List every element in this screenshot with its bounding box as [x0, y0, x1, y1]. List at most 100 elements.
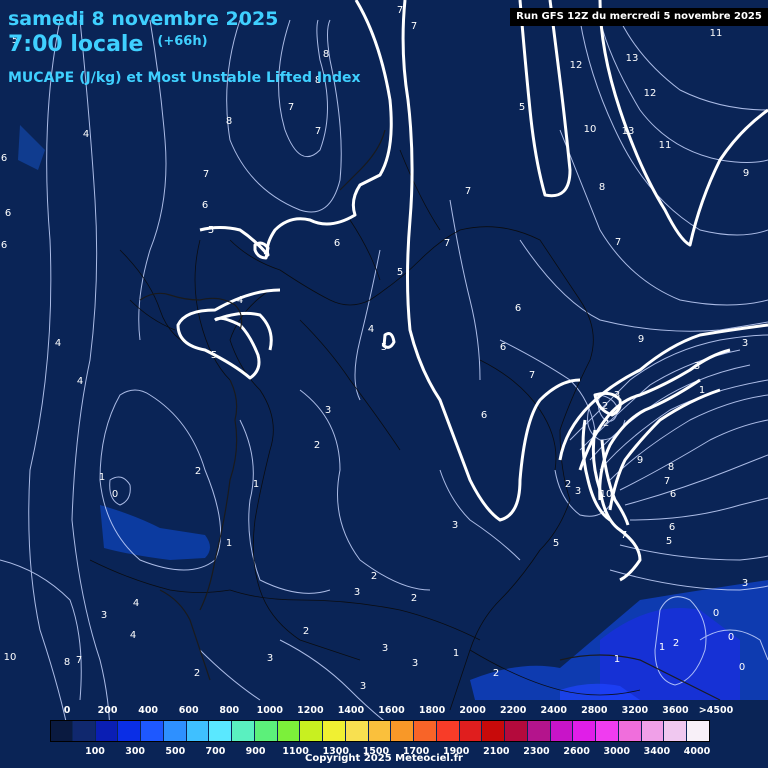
lifted-index-label: 1 [253, 479, 259, 490]
colorbar-top-label: >4500 [698, 705, 734, 716]
colorbar-top-label: 0 [63, 705, 71, 716]
colorbar-cell [345, 720, 369, 742]
lifted-index-label: 3 [575, 486, 581, 497]
lifted-index-label: 8 [323, 49, 329, 60]
colorbar-cell [118, 720, 142, 742]
lifted-index-label: 2 [602, 401, 608, 412]
colorbar-top-label: 200 [97, 705, 118, 716]
colorbar-cell [368, 720, 392, 742]
lifted-index-label: 0 [713, 608, 719, 619]
lifted-index-label: 13 [622, 126, 635, 137]
lifted-index-label: 11 [710, 28, 723, 39]
lifted-index-label: 3 [452, 520, 458, 531]
lifted-index-label: 4 [83, 129, 89, 140]
colorbar-cell [232, 720, 255, 742]
colorbar-cell [141, 720, 164, 742]
colorbar-top-label: 3600 [662, 705, 689, 716]
lifted-index-label: 7 [397, 5, 403, 16]
colorbar-top-label: 3200 [621, 705, 649, 716]
lifted-index-label: 6 [515, 303, 521, 314]
colorbar-cell [459, 720, 483, 742]
lifted-index-label: 6 [500, 342, 506, 353]
lifted-index-label: 7 [664, 476, 670, 487]
lifted-index-label: 7 [615, 237, 621, 248]
colorbar-cell [277, 720, 301, 742]
lifted-index-label: 2 [411, 593, 417, 604]
colorbar-cell [641, 720, 665, 742]
lifted-index-label: 1 [659, 642, 665, 653]
colorbar-cell [687, 720, 710, 742]
lifted-index-label: 3 [382, 643, 388, 654]
colorbar-top-label: 1400 [337, 705, 365, 716]
lifted-index-label: 0 [112, 489, 118, 500]
lifted-index-label: 1 [614, 654, 620, 665]
lifted-index-label: 13 [626, 53, 639, 64]
local-time: 7:00 locale [8, 32, 144, 57]
lifted-index-label: 10 [4, 652, 17, 663]
lifted-index-label: 4 [55, 338, 61, 349]
colorbar-cell [505, 720, 528, 742]
lifted-index-label: 6 [334, 238, 340, 249]
colorbar-cell [414, 720, 437, 742]
colorbar-top-label: 1200 [297, 705, 324, 716]
lifted-index-label: 6 [1, 240, 7, 251]
colorbar-cell [300, 720, 324, 742]
lifted-index-label: 7 [529, 370, 535, 381]
lifted-index-label: 2 [195, 466, 201, 477]
lifted-index-label: 2 [603, 418, 609, 429]
lifted-index-label: 3 [354, 587, 360, 598]
lifted-index-label: 4 [133, 598, 139, 609]
lifted-index-label: 10 [584, 124, 597, 135]
run-info-box: Run GFS 12Z du mercredi 5 novembre 2025 [510, 8, 768, 26]
lifted-index-label: 2 [194, 668, 200, 679]
colorbar-cell [254, 720, 278, 742]
lifted-index-label: 5 [263, 250, 269, 261]
lifted-index-label: 7 [465, 186, 471, 197]
colorbar-top-label: 2800 [581, 705, 608, 716]
lifted-index-label: 7 [288, 102, 294, 113]
lifted-index-label: 3 [325, 405, 331, 416]
lifted-index-label: 8 [668, 462, 674, 473]
parameter-title: MUCAPE (J/kg) et Most Unstable Lifted In… [8, 70, 361, 86]
colorbar-cell [323, 720, 346, 742]
lifted-index-label: 0 [739, 662, 745, 673]
colorbar-cell [573, 720, 597, 742]
lifted-index-label: 2 [673, 638, 679, 649]
colorbar-cell [527, 720, 551, 742]
lifted-index-label: 3 [412, 658, 418, 669]
lifted-index-label: 6 [481, 410, 487, 421]
lifted-index-label: 10 [600, 489, 613, 500]
lifted-index-label: 7 [411, 21, 417, 32]
lifted-index-label: 2 [493, 668, 499, 679]
lifted-index-label: 4 [368, 324, 374, 335]
lifted-index-label: 9 [637, 455, 643, 466]
colorbar-cell [596, 720, 619, 742]
lifted-index-label: 5 [208, 225, 214, 236]
lifted-index-label: 5 [381, 342, 387, 353]
lifted-index-label: 0 [728, 632, 734, 643]
colorbar-top-label: 2200 [499, 705, 527, 716]
lifted-index-label: 7 [621, 530, 627, 541]
colorbar-cell [72, 720, 96, 742]
lifted-index-label: 7 [203, 169, 209, 180]
lifted-index-label: 5 [211, 350, 217, 361]
lifted-index-label: 1 [226, 538, 232, 549]
lifted-index-label: 7 [444, 238, 450, 249]
lifted-index-label: 9 [638, 334, 644, 345]
lifted-index-label: 4 [237, 295, 243, 306]
lifted-index-label: 9 [743, 168, 749, 179]
lifted-index-label: 3 [267, 653, 273, 664]
lifted-index-label: 8 [599, 182, 605, 193]
colorbar-cell [391, 720, 415, 742]
lifted-index-label: 6 [670, 489, 676, 500]
lifted-index-label: 7 [76, 655, 82, 666]
lifted-index-label: 6 [5, 208, 11, 219]
colorbar-cell [163, 720, 187, 742]
lifted-index-label: 4 [130, 630, 136, 641]
lifted-index-label: 12 [570, 60, 583, 71]
colorbar-cell [50, 720, 73, 742]
lifted-index-label: 3 [614, 390, 620, 401]
lifted-index-label: 3 [694, 361, 700, 372]
lifted-index-label: 5 [519, 102, 525, 113]
lead-time: (+66h) [157, 34, 208, 49]
